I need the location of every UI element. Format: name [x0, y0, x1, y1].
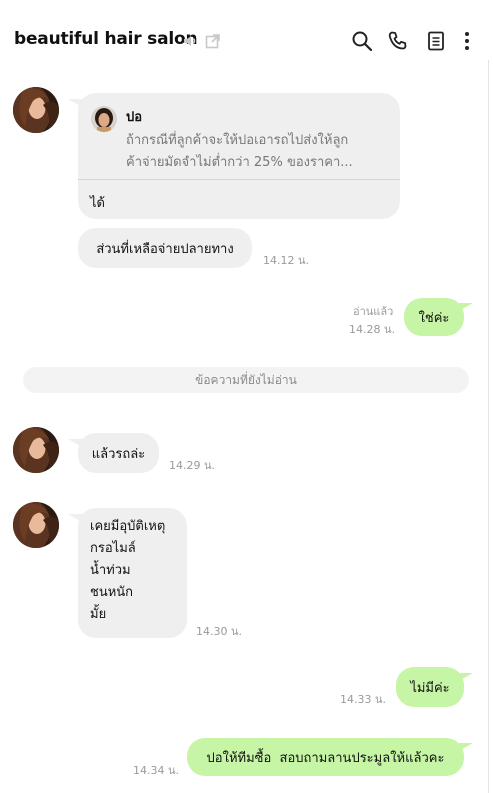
sender-avatar[interactable] — [13, 502, 59, 548]
notes-icon[interactable] — [424, 29, 448, 53]
bubble-tail — [459, 673, 473, 681]
message-text-line: มั้ย — [90, 607, 107, 622]
message-time: 14.28 น. — [349, 323, 396, 336]
external-link-icon[interactable] — [201, 29, 225, 53]
chat-title: beautiful hair salon — [14, 29, 198, 49]
quoted-sender-name: ปอ — [126, 110, 143, 125]
read-status: อ่านแล้ว — [353, 305, 394, 318]
message-text: ได้ — [90, 196, 105, 211]
message-time: 14.34 น. — [133, 764, 180, 777]
quote-divider — [78, 179, 400, 180]
search-icon[interactable] — [350, 29, 374, 53]
message-time: 14.29 น. — [169, 459, 216, 472]
sender-avatar[interactable] — [13, 87, 59, 133]
message-text: ไม่มีค่ะ — [410, 680, 450, 696]
message-text: แล้วรถล่ะ — [91, 446, 146, 462]
message-bubble-outgoing[interactable]: ไม่มีค่ะ — [396, 667, 464, 707]
quoted-sender-avatar — [91, 106, 117, 132]
message-bubble[interactable]: เคยมีอุบัติเหตุ กรอไมล์ น้ำท่วม ชนหนัก ม… — [78, 508, 187, 638]
quoted-text-line: ถ้ากรณีที่ลูกค้าจะให้ปอเอารถไปส่งให้ลูก — [126, 133, 349, 148]
quoted-text-line: ค้าจ่ายมัดจำไม่ต่ำกว่า 25% ของราคา... — [126, 155, 353, 170]
bubble-tail — [459, 743, 473, 751]
speaker-muted-icon[interactable] — [178, 29, 202, 53]
message-time: 14.12 น. — [263, 254, 310, 267]
message-text-line: น้ำท่วม — [90, 563, 131, 578]
message-text-line: ชนหนัก — [90, 585, 134, 600]
message-text-line: กรอไมล์ — [90, 541, 136, 556]
reply-message-bubble[interactable]: ปอ ถ้ากรณีที่ลูกค้าจะให้ปอเอารถไปส่งให้ล… — [78, 93, 400, 219]
unread-divider: ข้อความที่ยังไม่อ่าน — [23, 367, 469, 393]
message-time: 14.30 น. — [196, 625, 243, 638]
phone-icon[interactable] — [386, 29, 410, 53]
message-text: ปอให้ทีมซื้อ สอบถามลานประมูลให้แล้วคะ — [206, 750, 445, 766]
message-bubble-outgoing[interactable]: ปอให้ทีมซื้อ สอบถามลานประมูลให้แล้วคะ — [187, 738, 464, 776]
message-bubble[interactable]: ส่วนที่เหลือจ่ายปลายทาง — [78, 228, 252, 268]
bubble-tail — [459, 303, 473, 311]
message-bubble-outgoing[interactable]: ใช่ค่ะ — [404, 298, 464, 336]
sender-avatar[interactable] — [13, 427, 59, 473]
message-time: 14.33 น. — [340, 693, 387, 706]
chat-header: beautiful hair salon — [0, 0, 493, 80]
message-text-line: เคยมีอุบัติเหตุ — [90, 519, 166, 534]
message-text: ส่วนที่เหลือจ่ายปลายทาง — [96, 241, 234, 257]
scrollbar-track[interactable] — [488, 60, 489, 793]
message-text: ใช่ค่ะ — [418, 310, 450, 326]
message-bubble[interactable]: แล้วรถล่ะ — [78, 433, 159, 473]
more-vert-icon[interactable] — [455, 29, 479, 53]
